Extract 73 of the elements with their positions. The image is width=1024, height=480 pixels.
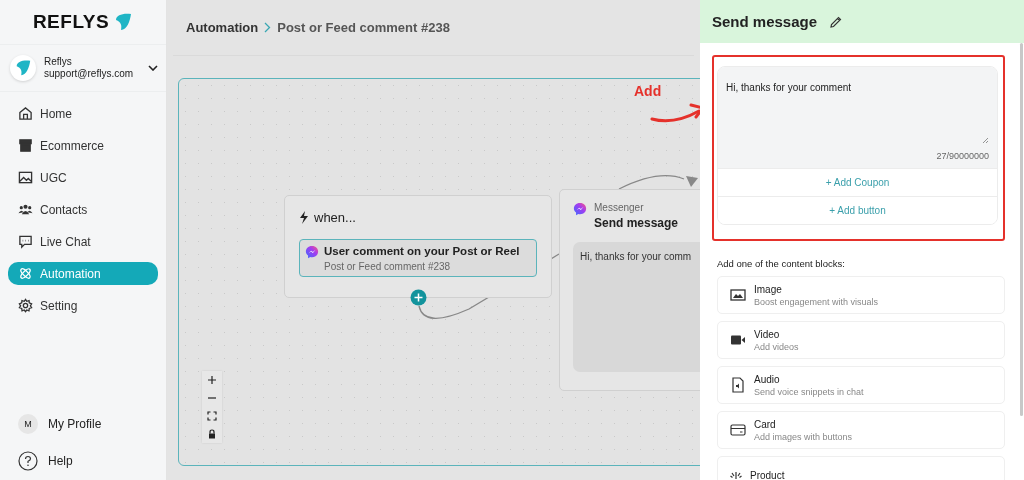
block-description: Add videos: [754, 341, 799, 352]
annotation-arrow: [650, 103, 700, 123]
content-block[interactable]: Image Boost engagement with visuals: [717, 276, 1005, 314]
lightning-icon: [299, 211, 309, 224]
settings-icon: [18, 298, 33, 313]
atom-icon: [18, 266, 33, 281]
message-preview: Hi, thanks for your comm: [573, 242, 700, 372]
sparkle-icon: [730, 471, 742, 479]
panel-title: Send message: [712, 13, 818, 30]
nav-item[interactable]: Contacts: [8, 198, 158, 221]
content-block[interactable]: Card Add images with buttons: [717, 411, 1005, 449]
add-step-button[interactable]: [410, 289, 427, 306]
block-title: Video: [754, 328, 781, 340]
zoom-in-icon[interactable]: [207, 375, 217, 385]
people-icon: [18, 202, 33, 217]
fit-view-icon[interactable]: [207, 411, 217, 421]
image-icon: [18, 170, 33, 185]
pencil-icon[interactable]: [829, 14, 844, 29]
logo-text: REFLYS: [32, 11, 110, 33]
account-email: support@reflys.com: [44, 68, 135, 80]
scrollbar[interactable]: [1020, 43, 1023, 416]
audio-file-icon: [730, 377, 746, 393]
nav-item[interactable]: UGC: [8, 166, 158, 189]
help-icon: [18, 450, 38, 471]
block-title: Card: [754, 418, 777, 430]
home-icon: [18, 106, 33, 121]
action-node[interactable]: Messenger Send message Hi, thanks for your comm: [559, 189, 700, 391]
block-title: Audio: [754, 373, 781, 385]
avatar-icon: [10, 55, 36, 81]
content-block[interactable]: Audio Send voice snippets in chat: [717, 366, 1005, 404]
block-description: Add images with buttons: [754, 431, 853, 442]
trigger-event[interactable]: User comment on your Post or Reel Post or Feed comment #238: [299, 239, 537, 277]
chevron-right-icon: [264, 22, 272, 33]
annotation-label: Add: [634, 83, 662, 99]
content-block[interactable]: Product: [717, 456, 1005, 480]
character-counter: 27/90000000: [936, 151, 989, 161]
nav-item[interactable]: Live Chat: [8, 230, 158, 253]
message-text: Hi, thanks for your comment: [726, 82, 852, 93]
card-icon: [730, 422, 746, 438]
breadcrumb-current: Post or Feed comment #238: [277, 20, 450, 35]
block-description: Boost engagement with visuals: [754, 296, 879, 307]
breadcrumb-link[interactable]: Automation: [186, 20, 259, 35]
blocks-label: Add one of the content blocks:: [717, 258, 846, 269]
messenger-icon: [573, 202, 587, 216]
action-title: Send message: [594, 216, 679, 230]
block-title: Product: [750, 469, 785, 480]
resize-grip-icon[interactable]: [982, 137, 989, 144]
trigger-title: when...: [314, 210, 356, 225]
profile-avatar: M: [18, 413, 38, 434]
nav-item[interactable]: Setting: [8, 294, 158, 317]
help-link[interactable]: Help: [0, 443, 166, 478]
block-description: Send voice snippets in chat: [754, 386, 864, 397]
image-icon: [730, 287, 746, 303]
message-field[interactable]: Hi, thanks for your comment 27/90000000: [718, 67, 997, 168]
profile-link[interactable]: M My Profile: [0, 406, 166, 441]
store-icon: [18, 138, 33, 153]
action-channel: Messenger: [594, 202, 645, 213]
logo-icon: [113, 12, 134, 32]
chevron-down-icon: [148, 65, 158, 71]
content-block[interactable]: Video Add videos: [717, 321, 1005, 359]
trigger-node[interactable]: when... User comment on your Post or Reel Post or Feed comment #238: [284, 195, 552, 298]
block-title: Image: [754, 283, 783, 295]
event-subtitle: Post or Feed comment #238: [324, 261, 452, 272]
nav-item[interactable]: Ecommerce: [8, 134, 158, 157]
chat-icon: [18, 234, 33, 249]
nav-item[interactable]: Home: [8, 102, 158, 125]
event-title: User comment on your Post or Reel: [324, 245, 520, 257]
account-switcher[interactable]: Reflys support@reflys.com: [0, 45, 166, 92]
profile-label: My Profile: [48, 416, 102, 431]
messenger-icon: [305, 245, 319, 259]
account-name: Reflys: [44, 56, 73, 68]
help-label: Help: [48, 453, 73, 468]
lock-icon[interactable]: [207, 429, 217, 439]
